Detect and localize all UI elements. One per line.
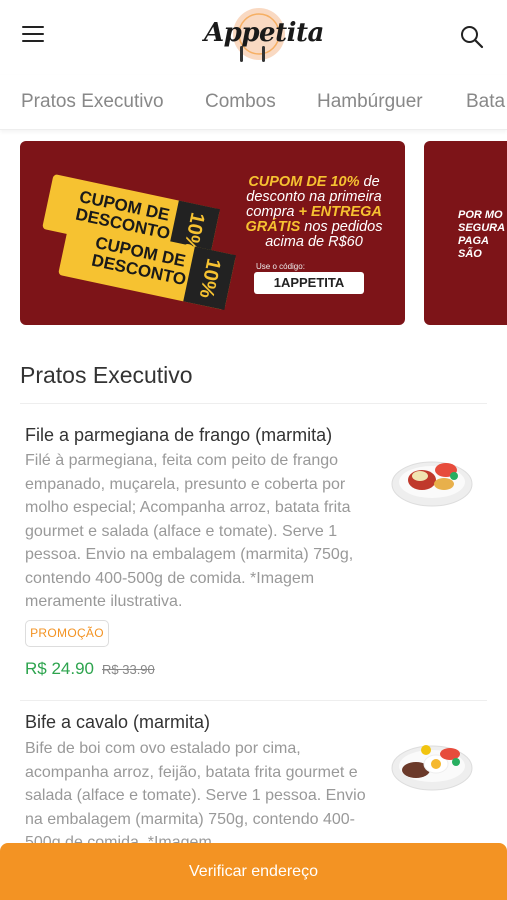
logo-text: Appetita (204, 18, 324, 48)
section-divider (20, 403, 487, 404)
tab-pratos-executivo[interactable]: Pratos Executivo (21, 91, 164, 113)
tab-batata[interactable]: Bata (466, 91, 505, 113)
product-image (386, 432, 478, 524)
promo-description: CUPOM DE 10% de desconto na primeira com… (245, 174, 383, 250)
promo-carousel: CUPOM DE DESCONTO 10% CUPOM DE DESCONTO 10… (20, 141, 507, 325)
product-name: File a parmegiana de frango (marmita) (25, 425, 333, 445)
product-divider (20, 700, 487, 701)
product-name: Bife a cavalo (marmita) (25, 712, 211, 732)
tab-hamburguer[interactable]: Hambúrguer (317, 91, 423, 113)
app-logo[interactable]: Appetita (204, 6, 324, 68)
promo-banner-coupon[interactable]: CUPOM DE DESCONTO 10% CUPOM DE DESCONTO 10… (20, 141, 405, 325)
search-icon[interactable] (459, 24, 485, 50)
hamburger-menu-icon[interactable] (22, 26, 48, 46)
banner2-text: POR MO SEGURA PAGA SÃO (458, 209, 506, 260)
coupon-code-label: Use o código: (256, 262, 305, 271)
product-description: Bife de boi com ovo estalado por cima, a… (25, 740, 366, 843)
section-title: Pratos Executivo (20, 362, 193, 388)
promo-banner-secondary[interactable]: POR MO SEGURA PAGA SÃO (424, 141, 507, 325)
coupon-code: 1APPETITA (254, 272, 364, 294)
product-description: Filé à parmegiana, feita com peito de fr… (25, 452, 354, 610)
verify-address-button[interactable]: Verificar endereço (0, 843, 507, 900)
app-header: Appetita (0, 0, 507, 75)
product-price: R$ 24.90 (25, 659, 94, 678)
promo-badge: PROMOÇÃO (25, 620, 109, 647)
product-old-price: R$ 33.90 (102, 662, 155, 677)
product-image (386, 716, 478, 808)
category-tabs: Pratos Executivo Combos Hambúrguer Bata (0, 75, 507, 130)
tab-combos[interactable]: Combos (205, 91, 276, 113)
